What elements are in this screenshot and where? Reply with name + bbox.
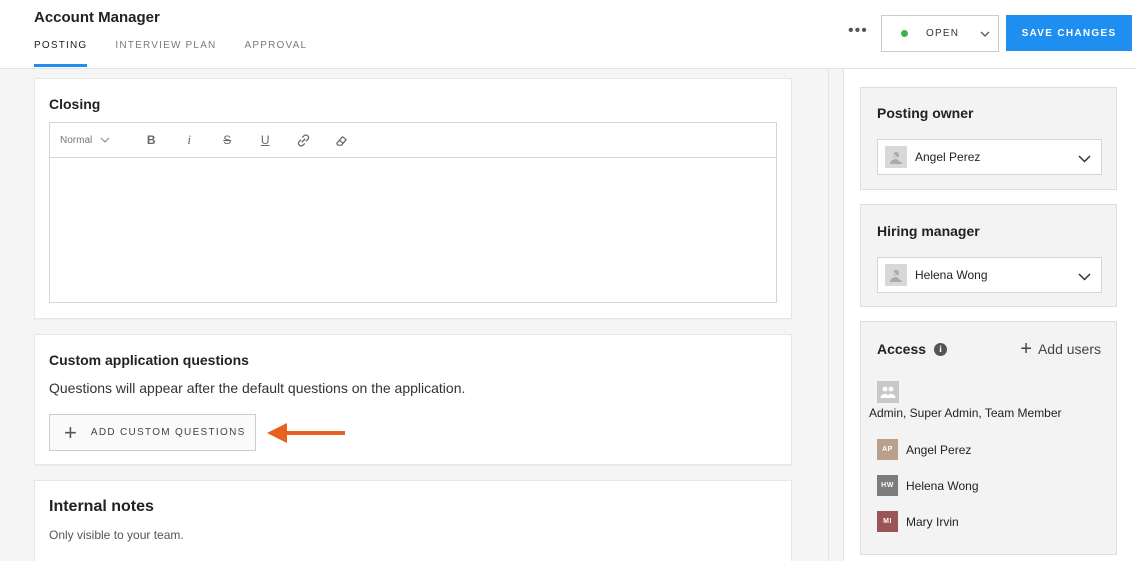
hiring-manager-name: Helena Wong	[915, 268, 988, 282]
avatar: AP	[877, 439, 898, 460]
access-user-name: Helena Wong	[906, 478, 979, 493]
user-avatar-icon	[885, 146, 907, 168]
add-custom-questions-label: ADD CUSTOM QUESTIONS	[90, 427, 246, 438]
avatar: HW	[877, 475, 898, 496]
access-user-row: AP Angel Perez	[877, 439, 971, 460]
access-user-name: Angel Perez	[906, 442, 972, 457]
eraser-icon[interactable]	[322, 133, 360, 148]
posting-owner-select[interactable]: Angel Perez	[877, 139, 1102, 175]
posting-owner-card: Posting owner Angel Perez	[860, 87, 1117, 190]
access-user-row: MI Mary Irvin	[877, 511, 959, 532]
format-dropdown[interactable]: Normal	[60, 135, 110, 146]
arrow-left-icon	[267, 423, 345, 443]
internal-notes-card: Internal notes Only visible to your team…	[34, 480, 792, 561]
hiring-manager-title: Hiring manager	[877, 223, 980, 239]
access-title: Access i	[877, 341, 948, 357]
hiring-manager-card: Hiring manager Helena Wong	[860, 204, 1117, 307]
add-users-button[interactable]: + Add users	[1020, 339, 1101, 359]
tab-interview-plan[interactable]: INTERVIEW PLAN	[115, 40, 216, 67]
chevron-down-icon	[1078, 273, 1091, 281]
custom-questions-title: Custom application questions	[49, 352, 249, 368]
add-custom-questions-button[interactable]: + ADD CUSTOM QUESTIONS	[49, 414, 256, 451]
link-icon[interactable]	[284, 133, 322, 148]
internal-notes-description: Only visible to your team.	[49, 528, 184, 542]
chevron-down-icon	[100, 137, 110, 143]
info-icon[interactable]: i	[934, 342, 948, 356]
posting-owner-title: Posting owner	[877, 105, 974, 121]
save-changes-button[interactable]: SAVE CHANGES	[1006, 15, 1132, 51]
group-avatar-icon	[877, 381, 899, 403]
tab-posting[interactable]: POSTING	[34, 40, 88, 67]
column-divider	[828, 69, 829, 561]
access-roles: Admin, Super Admin, Team Member	[869, 406, 1062, 420]
add-users-label: Add users	[1037, 341, 1101, 357]
chevron-down-icon	[980, 31, 990, 37]
tab-bar: POSTING INTERVIEW PLAN APPROVAL	[34, 40, 307, 67]
hiring-manager-select[interactable]: Helena Wong	[877, 257, 1102, 293]
status-dropdown[interactable]: OPEN	[881, 15, 999, 52]
bold-icon[interactable]: B	[132, 133, 170, 147]
editor-toolbar: Normal B i S U	[50, 123, 776, 158]
plus-icon: +	[1020, 338, 1032, 360]
access-user-row: HW Helena Wong	[877, 475, 979, 496]
plus-icon: +	[64, 419, 77, 445]
strikethrough-icon[interactable]: S	[208, 133, 246, 147]
chevron-down-icon	[1078, 155, 1091, 163]
status-dot-icon	[901, 30, 908, 37]
page-title: Account Manager	[34, 9, 160, 26]
page-header: Account Manager POSTING INTERVIEW PLAN A…	[0, 0, 1136, 69]
underline-icon[interactable]: U	[246, 133, 284, 147]
closing-editor: Normal B i S U	[49, 122, 777, 303]
access-title-text: Access	[877, 341, 927, 357]
custom-questions-description: Questions will appear after the default …	[49, 380, 466, 396]
posting-owner-name: Angel Perez	[915, 150, 981, 164]
custom-questions-card: Custom application questions Questions w…	[34, 334, 792, 465]
status-label: OPEN	[926, 28, 960, 39]
format-label: Normal	[60, 134, 93, 146]
avatar: MI	[877, 511, 898, 532]
closing-title: Closing	[49, 96, 101, 112]
closing-card: Closing Normal B i S U	[34, 78, 792, 319]
internal-notes-title: Internal notes	[49, 498, 154, 515]
access-card: Access i + Add users Admin, Super Admin,…	[860, 321, 1117, 555]
user-avatar-icon	[885, 264, 907, 286]
closing-text-area[interactable]	[50, 158, 776, 302]
italic-icon[interactable]: i	[170, 132, 208, 148]
access-user-name: Mary Irvin	[906, 514, 959, 529]
more-options-icon[interactable]: •••	[848, 22, 868, 40]
tab-approval[interactable]: APPROVAL	[244, 40, 307, 67]
